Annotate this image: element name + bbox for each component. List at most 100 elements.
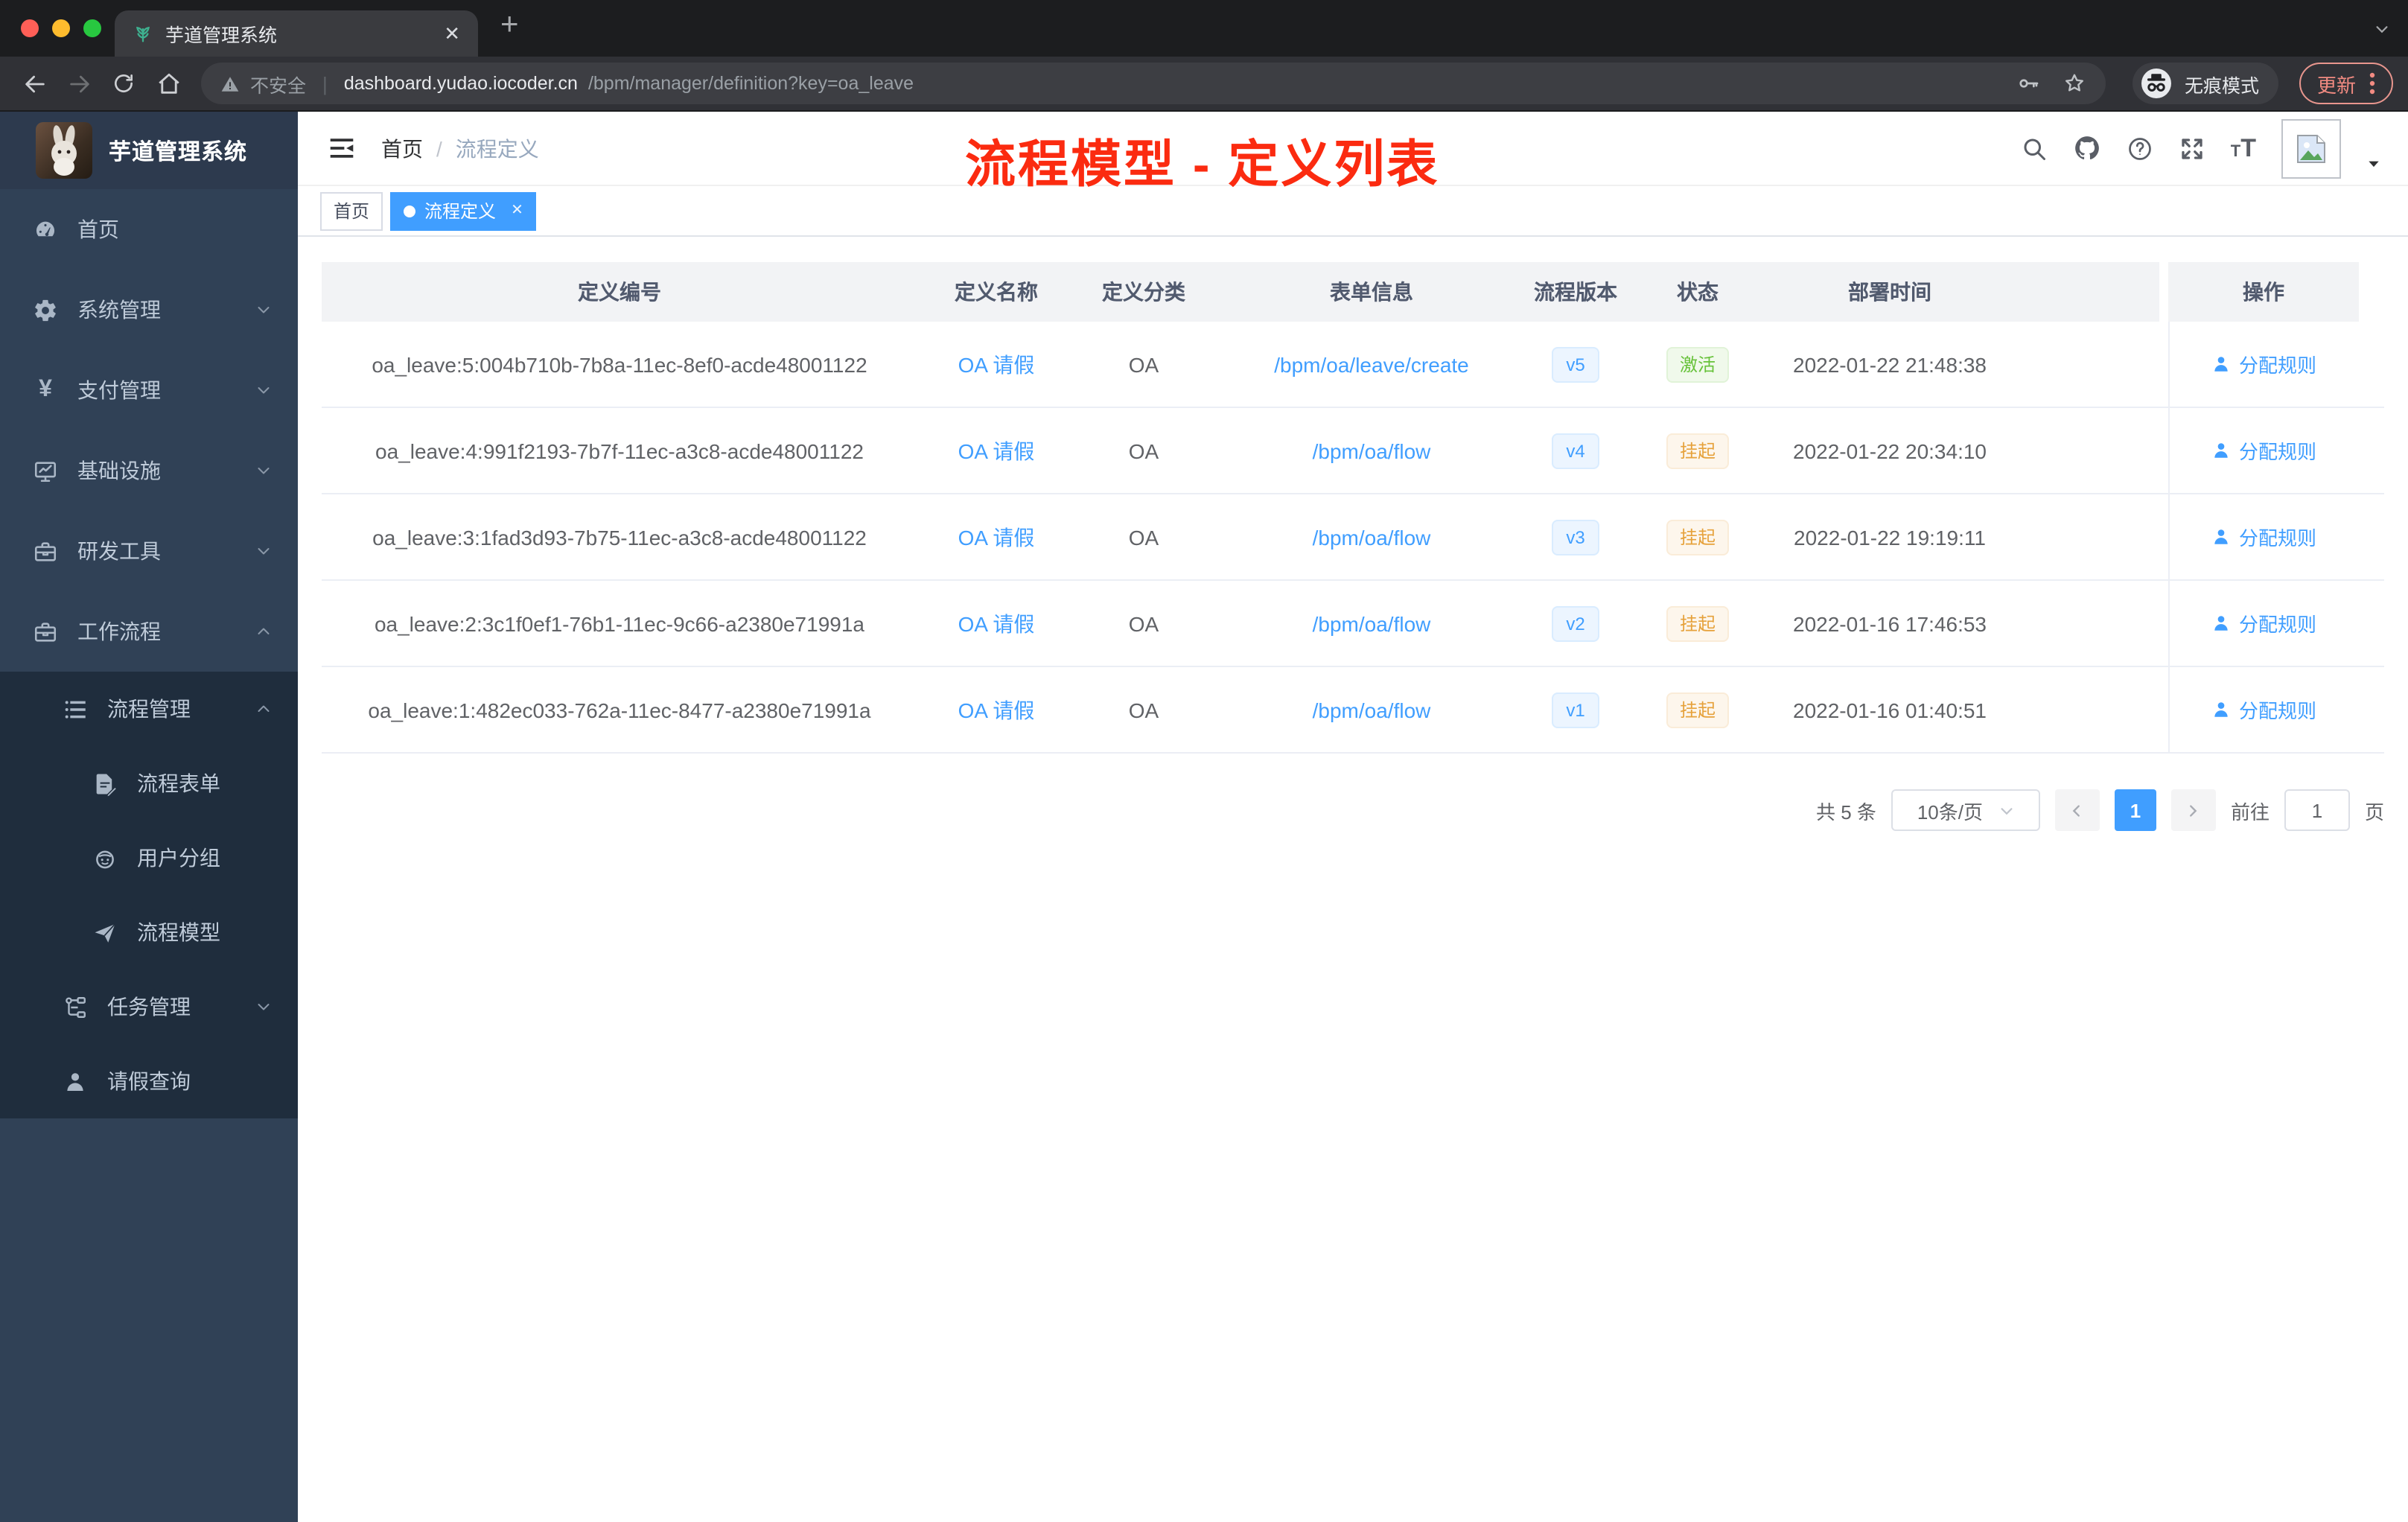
row-filler: [2004, 667, 2159, 752]
tag-label: 流程定义: [424, 201, 497, 222]
bookmark-star-icon[interactable]: [2063, 71, 2086, 95]
chevron-down-icon: [255, 462, 273, 480]
fullscreen-icon[interactable]: [2179, 135, 2205, 162]
definition-name-link[interactable]: OA 请假: [958, 349, 1035, 379]
home-icon[interactable]: [149, 64, 188, 103]
sidebar-logo[interactable]: 芋道管理系统: [0, 112, 298, 189]
definition-name-cell: OA 请假: [917, 322, 1075, 407]
search-icon[interactable]: [2021, 135, 2048, 162]
window-controls: [21, 19, 101, 37]
form-info-link[interactable]: /bpm/oa/flow: [1313, 611, 1431, 635]
assign-rule-label: 分配规则: [2238, 441, 2316, 463]
close-window-button[interactable]: [21, 19, 39, 37]
url-host: dashboard.yudao.iocoder.cn: [343, 73, 578, 94]
sidebar-item-process-form[interactable]: 流程表单: [0, 746, 298, 821]
caret-down-icon[interactable]: [2366, 156, 2381, 171]
definition-name-link[interactable]: OA 请假: [958, 436, 1035, 465]
sidebar-item-user-group[interactable]: 用户分组: [0, 821, 298, 895]
sidebar-item-task-management[interactable]: 任务管理: [0, 969, 298, 1044]
tab-title: 芋道管理系统: [165, 25, 278, 46]
sidebar-item-process-management[interactable]: 流程管理: [0, 672, 298, 746]
pagination: 共 5 条 10条/页 1 前往 页: [322, 789, 2384, 831]
definition-name-link[interactable]: OA 请假: [958, 695, 1035, 725]
version-cell: v5: [1531, 322, 1620, 407]
status-badge: 挂起: [1666, 433, 1729, 468]
help-icon[interactable]: [2127, 135, 2153, 162]
row-gap: [2159, 408, 2168, 493]
goto-page-input[interactable]: [2284, 789, 2350, 831]
sidebar-item-leave-query[interactable]: 请假查询: [0, 1044, 298, 1118]
send-icon: [91, 920, 119, 945]
back-icon[interactable]: [15, 64, 54, 103]
sidebar-item-dev-tools[interactable]: 研发工具: [0, 511, 298, 591]
prev-page-button[interactable]: [2054, 789, 2100, 831]
tag-流程定义[interactable]: 流程定义 ✕: [390, 191, 537, 230]
sidebar-menu: 首页 系统管理 ¥ 支付管理基础设施研发工具工作流程: [0, 189, 298, 672]
assign-rule-link[interactable]: 分配规则: [2212, 436, 2316, 465]
address-bar[interactable]: 不安全 | dashboard.yudao.iocoder.cn /bpm/ma…: [201, 63, 2106, 104]
reload-icon[interactable]: [104, 64, 143, 103]
hamburger-icon[interactable]: [317, 136, 366, 161]
row-filler: [2004, 494, 2159, 579]
sidebar-item-payment[interactable]: ¥ 支付管理: [0, 350, 298, 430]
sidebar-item-workflow[interactable]: 工作流程: [0, 591, 298, 672]
operation-cell: 分配规则: [2168, 494, 2359, 579]
definition-id: oa_leave:3:1fad3d93-7b75-11ec-a3c8-acde4…: [372, 525, 867, 549]
maximize-window-button[interactable]: [83, 19, 101, 37]
toolbox-icon: [31, 538, 60, 564]
new-tab-button[interactable]: +: [500, 7, 519, 43]
page-number-1[interactable]: 1: [2114, 789, 2156, 831]
tab-search-caret-icon[interactable]: [2374, 18, 2390, 45]
sidebar-item-infrastructure[interactable]: 基础设施: [0, 430, 298, 511]
sidebar-item-label: 流程管理: [107, 697, 191, 721]
app-title: 芋道管理系统: [109, 139, 248, 165]
breadcrumb: 首页 / 流程定义: [381, 133, 539, 163]
browser-menu-kebab-icon[interactable]: [2369, 71, 2375, 95]
status-badge: 挂起: [1666, 519, 1729, 555]
assign-rule-link[interactable]: 分配规则: [2212, 523, 2316, 551]
next-page-button[interactable]: [2170, 789, 2216, 831]
incognito-chip: 无痕模式: [2132, 63, 2278, 104]
tree-icon: [61, 994, 89, 1019]
definition-name-link[interactable]: OA 请假: [958, 522, 1035, 552]
tag-close-icon[interactable]: ✕: [511, 203, 523, 219]
assign-rule-link[interactable]: 分配规则: [2212, 350, 2316, 378]
github-icon[interactable]: [2073, 134, 2101, 162]
assign-user-icon: [2212, 700, 2232, 719]
password-key-icon[interactable]: [2016, 71, 2040, 95]
column-header: 定义名称: [917, 262, 1075, 322]
assign-rule-link[interactable]: 分配规则: [2212, 609, 2316, 637]
browser-tab[interactable]: 芋道管理系统 ✕: [115, 10, 478, 57]
screen: 芋道管理系统 ✕ + 不安全 | dashboard.yudao.iocoder…: [0, 0, 2408, 1522]
form-info-link[interactable]: /bpm/oa/flow: [1313, 698, 1431, 722]
tab-close-icon[interactable]: ✕: [444, 22, 460, 45]
sidebar-item-label: 用户分组: [137, 846, 220, 870]
definition-name-link[interactable]: OA 请假: [958, 608, 1035, 638]
form-info-link[interactable]: /bpm/oa/flow: [1313, 439, 1431, 462]
assign-rule-label: 分配规则: [2238, 614, 2316, 636]
forward-icon[interactable]: [60, 64, 98, 103]
monitor-icon: [31, 458, 60, 483]
sidebar-item-system[interactable]: 系统管理: [0, 270, 298, 350]
tag-label: 首页: [334, 201, 370, 222]
sidebar-item-process-model[interactable]: 流程模型: [0, 895, 298, 969]
tag-首页[interactable]: 首页: [320, 191, 383, 230]
form-info-link[interactable]: /bpm/oa/flow: [1313, 525, 1431, 549]
sidebar-item-home[interactable]: 首页: [0, 189, 298, 270]
sidebar-item-label: 工作流程: [77, 620, 161, 643]
breadcrumb-home[interactable]: 首页: [381, 133, 423, 163]
assign-user-icon: [2212, 354, 2232, 374]
avatar[interactable]: [2281, 118, 2341, 178]
page-size-select[interactable]: 10条/页: [1891, 789, 2040, 831]
sidebar-item-label: 基础设施: [77, 459, 161, 483]
definition-category: OA: [1128, 525, 1159, 549]
annotation-title: 流程模型 - 定义列表: [965, 137, 1440, 194]
assign-rule-link[interactable]: 分配规则: [2212, 695, 2316, 724]
font-size-icon[interactable]: TT: [2231, 136, 2256, 161]
column-header: 定义分类: [1075, 262, 1212, 322]
version-cell: v2: [1531, 581, 1620, 666]
update-button[interactable]: 更新: [2299, 63, 2393, 104]
form-info-link[interactable]: /bpm/oa/leave/create: [1274, 352, 1469, 376]
minimize-window-button[interactable]: [52, 19, 70, 37]
active-dot: [404, 205, 416, 217]
